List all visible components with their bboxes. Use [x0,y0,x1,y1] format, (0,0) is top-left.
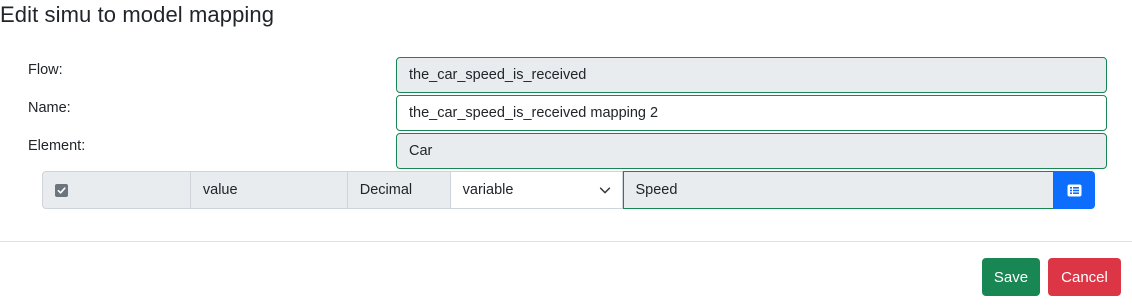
check-icon [57,186,66,194]
footer-divider [0,241,1132,242]
attribute-name: value [202,182,238,198]
target-variable-value: Speed [635,182,678,198]
list-icon [1067,184,1082,196]
mapping-checkbox[interactable] [55,183,68,197]
name-label: Name: [28,100,71,116]
flow-field: the_car_speed_is_received [396,57,1107,93]
attribute-type: Decimal [359,182,413,198]
element-field: Car [396,133,1107,169]
name-value: the_car_speed_is_received mapping 2 [409,105,659,121]
select-variable-button[interactable] [1054,171,1096,209]
cancel-button[interactable]: Cancel [1048,258,1121,296]
flow-label: Flow: [28,62,63,78]
type-cell: Decimal [347,171,451,209]
dialog-title: Edit simu to model mapping [0,2,275,27]
element-label: Element: [28,138,86,154]
save-button[interactable]: Save [982,258,1040,296]
kind-selected-value: variable [462,182,514,198]
mapping-row: value Decimal variable Speed [42,171,1096,209]
attribute-cell: value [190,171,348,209]
flow-value: the_car_speed_is_received [409,67,587,83]
chevron-down-icon [599,187,610,194]
element-value: Car [409,143,433,159]
name-field[interactable]: the_car_speed_is_received mapping 2 [396,95,1107,131]
target-variable-field[interactable]: Speed [622,171,1055,209]
checkbox-cell [42,171,191,209]
kind-select[interactable]: variable [450,171,623,209]
